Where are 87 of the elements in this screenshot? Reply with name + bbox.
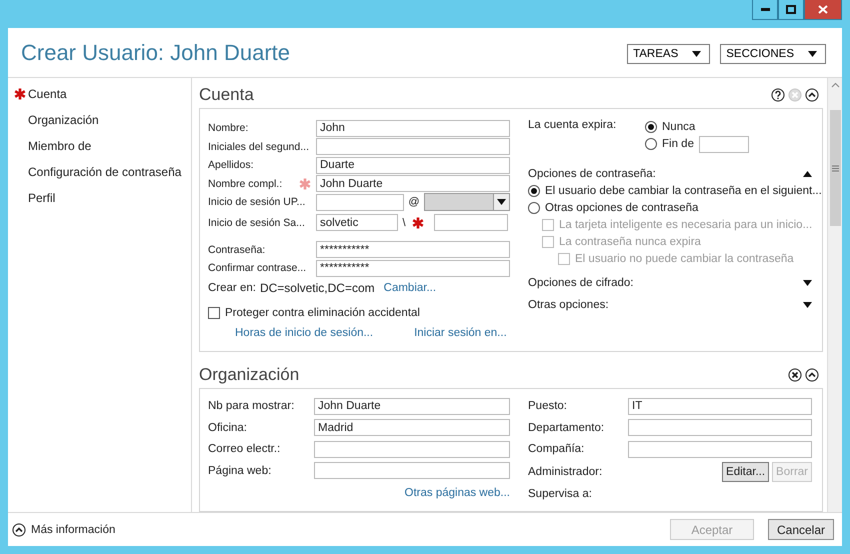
dropdown-arrow-icon xyxy=(497,199,506,205)
minimize-icon xyxy=(760,8,770,11)
scroll-up-icon[interactable] xyxy=(830,82,840,88)
collapse-icon[interactable] xyxy=(805,88,819,102)
more-info-link[interactable]: Más información xyxy=(12,522,116,536)
sidebar-item[interactable]: Cuenta xyxy=(28,86,67,100)
radio-button[interactable]: Otras opciones de contraseña xyxy=(528,202,698,214)
field-label: Contraseña: xyxy=(208,244,266,256)
maximize-icon xyxy=(786,5,796,14)
help-icon[interactable] xyxy=(771,88,785,102)
triangle-icon xyxy=(803,302,812,308)
input-field[interactable] xyxy=(316,138,510,155)
field-label: Administrador: xyxy=(528,466,602,478)
field-label: Apellidos: xyxy=(208,159,254,171)
input-field[interactable]: Madrid xyxy=(314,419,510,436)
container-path: DC=solvetic,DC=com xyxy=(260,281,375,296)
menu-button[interactable]: TAREAS xyxy=(627,44,710,64)
checkbox[interactable]: Proteger contra eliminación accidental xyxy=(208,307,420,320)
field-label: Iniciales del segund... xyxy=(208,140,309,152)
field-label: Inicio de sesión Sa... xyxy=(208,216,305,229)
input-field[interactable]: John Duarte xyxy=(314,398,510,415)
radio-button[interactable]: Nunca xyxy=(645,121,696,134)
section-label: Opciones de cifrado: xyxy=(528,276,634,289)
sidebar-item[interactable]: Configuración de contraseña xyxy=(28,164,182,178)
input-field[interactable]: John xyxy=(316,120,510,136)
input-field[interactable]: IT xyxy=(628,398,812,415)
input-field[interactable]: Duarte xyxy=(316,156,510,174)
toggle-icon[interactable] xyxy=(803,302,812,308)
sidebar-item[interactable]: Perfil xyxy=(28,190,56,204)
field-label: Supervisa a: xyxy=(528,488,592,500)
sidebar-item[interactable]: Organización xyxy=(28,112,99,126)
input-field[interactable] xyxy=(434,214,508,232)
field-label: Nombre: xyxy=(208,122,248,134)
input-field[interactable]: solvetic xyxy=(316,214,398,232)
triangle-icon xyxy=(803,170,812,177)
section-label: Opciones de contraseña: xyxy=(528,168,656,180)
date-field[interactable] xyxy=(698,136,749,153)
sidebar-item[interactable]: Miembro de xyxy=(28,138,92,152)
field-label: Correo electr.: xyxy=(208,443,280,456)
menu-button[interactable]: SECCIONES xyxy=(720,44,826,64)
minimize-button[interactable] xyxy=(752,0,778,20)
toggle-icon[interactable] xyxy=(803,170,812,177)
input-field[interactable] xyxy=(316,194,404,210)
field-label: Oficina: xyxy=(208,422,247,434)
input-field[interactable] xyxy=(314,440,510,458)
caret-icon xyxy=(692,50,702,56)
field-label: Compañía: xyxy=(528,443,584,456)
maximize-button[interactable] xyxy=(778,0,804,20)
collapse-icon[interactable] xyxy=(805,368,819,382)
dialog-button[interactable]: Cancelar xyxy=(768,519,834,540)
at-sign: @ xyxy=(407,196,421,208)
field-label: Nombre compl.: xyxy=(208,178,282,190)
field-label: Nb para mostrar: xyxy=(208,400,294,412)
radio-button[interactable]: El usuario debe cambiar la contraseña en el siguient... xyxy=(528,185,822,198)
section-label: Otras opciones: xyxy=(528,298,609,311)
chevron-up-icon xyxy=(12,522,26,536)
close-icon[interactable] xyxy=(788,368,802,382)
scrollbar[interactable] xyxy=(827,78,842,512)
input-field[interactable] xyxy=(628,419,812,436)
link[interactable]: Otras páginas web... xyxy=(404,487,510,499)
close-icon xyxy=(818,5,828,14)
toggle-icon[interactable] xyxy=(803,280,812,286)
input-field[interactable] xyxy=(628,440,812,458)
grip-icon xyxy=(832,164,838,172)
link[interactable]: Horas de inicio de sesión... xyxy=(235,327,374,340)
field-label: Página web: xyxy=(208,464,272,477)
close-button[interactable] xyxy=(804,0,842,20)
password-field[interactable]: *********** xyxy=(316,260,510,276)
radio-button[interactable]: Fin de xyxy=(645,138,694,150)
backslash: \ xyxy=(401,216,407,229)
section-title: Organización xyxy=(199,365,300,386)
section-title: Cuenta xyxy=(199,84,254,105)
change-link[interactable]: Cambiar... xyxy=(384,282,436,294)
link[interactable]: Iniciar sesión en... xyxy=(414,327,507,340)
field-label: La cuenta expira: xyxy=(528,118,616,131)
field-label: Crear en: xyxy=(208,282,256,294)
input-field[interactable] xyxy=(314,462,510,480)
field-label: Puesto: xyxy=(528,400,567,412)
triangle-icon xyxy=(803,280,812,286)
action-button[interactable]: Editar... xyxy=(722,462,770,482)
window-title: Crear Usuario: John Duarte xyxy=(21,40,290,66)
password-field[interactable]: *********** xyxy=(316,241,510,258)
input-field[interactable]: John Duarte xyxy=(316,175,510,192)
field-label: Confirmar contrase... xyxy=(208,262,306,274)
field-label: Departamento: xyxy=(528,422,604,434)
field-label: Inicio de sesión UP... xyxy=(208,196,306,208)
caret-icon xyxy=(808,50,817,56)
